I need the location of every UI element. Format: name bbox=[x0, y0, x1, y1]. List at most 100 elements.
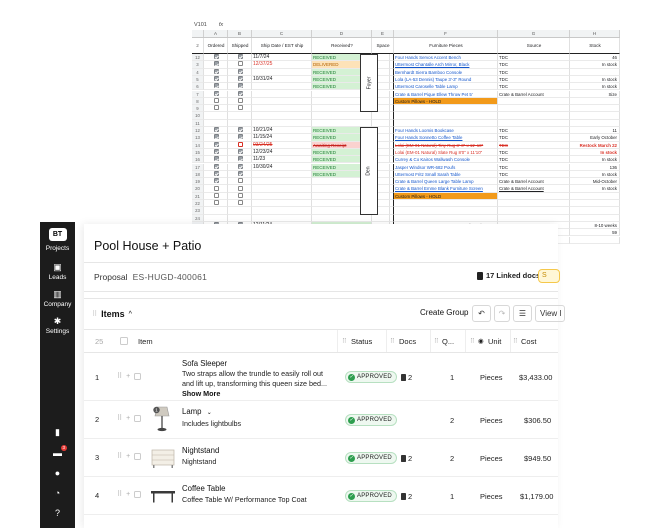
ordered-checkbox[interactable] bbox=[204, 127, 228, 135]
sheet-row[interactable]: 312/37/25DELIVEREDUttermost Chantalle Ar… bbox=[192, 61, 620, 69]
shipped-checkbox[interactable] bbox=[228, 61, 252, 69]
stock-cell[interactable]: In stock bbox=[570, 156, 620, 164]
quantity-value[interactable]: 1 bbox=[450, 492, 454, 501]
row-number[interactable]: 21 bbox=[192, 192, 204, 200]
empty-cell[interactable] bbox=[394, 214, 498, 222]
row-number[interactable]: 11 bbox=[192, 119, 204, 127]
empty-cell[interactable] bbox=[204, 214, 228, 222]
sheet-row[interactable]: 4RECEIVEDBernhardt Sierra Bamboo Console… bbox=[192, 68, 620, 76]
empty-cell[interactable] bbox=[394, 207, 498, 215]
stock-cell[interactable]: Mid-October bbox=[570, 178, 620, 186]
row-number[interactable]: 15 bbox=[192, 148, 204, 157]
ordered-checkbox[interactable] bbox=[204, 90, 228, 98]
sheet-row[interactable]: 22 bbox=[192, 200, 620, 208]
column-a[interactable]: A bbox=[204, 30, 228, 37]
source-cell[interactable]: Crate & Barrel Account bbox=[498, 185, 570, 193]
column-h[interactable]: H bbox=[570, 30, 620, 37]
unit-value[interactable]: Pieces bbox=[480, 454, 503, 463]
stock-cell[interactable]: Early October bbox=[570, 134, 620, 142]
status-badge[interactable]: ✓ APPROVED bbox=[345, 490, 397, 502]
ship-date-cell[interactable]: 12/37/25 bbox=[252, 61, 312, 69]
status-badge[interactable]: ✓ APPROVED bbox=[345, 414, 397, 426]
row-number[interactable]: 13 bbox=[192, 134, 204, 142]
shipped-checkbox[interactable] bbox=[228, 178, 252, 186]
furniture-link[interactable]: Crate & Barrel Emme Blank Furniture Scre… bbox=[394, 185, 498, 193]
shipped-checkbox[interactable] bbox=[228, 68, 252, 76]
source-cell[interactable]: TDC bbox=[498, 127, 570, 135]
docs-count[interactable]: 2 bbox=[401, 373, 412, 382]
sheet-row[interactable]: 1403/24/25Awaiting ReceiptLolai (EM-01 N… bbox=[192, 141, 620, 149]
item-thumbnail[interactable] bbox=[150, 487, 176, 507]
sheet-row[interactable]: 1512/23/24RECEIVEDLolai (EM-01 Natural) … bbox=[192, 148, 620, 157]
source-cell[interactable]: TDC bbox=[498, 141, 570, 149]
source-cell[interactable]: TDC bbox=[498, 148, 570, 157]
stock-cell[interactable] bbox=[570, 105, 620, 113]
empty-cell[interactable] bbox=[252, 119, 312, 127]
column-c[interactable]: C bbox=[252, 30, 312, 37]
unit-value[interactable]: Pieces bbox=[480, 416, 503, 425]
row-checkbox[interactable] bbox=[134, 490, 142, 498]
quantity-value[interactable]: 1 bbox=[450, 373, 454, 382]
show-more-link[interactable]: Show More bbox=[182, 389, 220, 398]
row-number[interactable]: 5 bbox=[192, 75, 204, 84]
furniture-link[interactable] bbox=[394, 200, 498, 208]
ship-date-cell[interactable]: 12/23/24 bbox=[252, 148, 312, 157]
row-number[interactable]: 10 bbox=[192, 112, 204, 120]
row-number[interactable]: 7 bbox=[192, 90, 204, 98]
source-cell[interactable]: TDC bbox=[498, 156, 570, 164]
empty-cell[interactable] bbox=[498, 214, 570, 222]
chevron-up-icon[interactable]: ^ bbox=[129, 311, 132, 318]
empty-cell[interactable] bbox=[570, 119, 620, 127]
ordered-checkbox[interactable] bbox=[204, 163, 228, 171]
table-row[interactable]: 1 ⠿ + Sofa Sleeper Two straps allow the … bbox=[84, 353, 558, 401]
sheet-row[interactable]: 1211/7/24RECEIVEDFour Hands Servos Accen… bbox=[192, 54, 620, 62]
item-thumbnail[interactable]: 1 bbox=[152, 405, 172, 435]
empty-cell[interactable] bbox=[228, 207, 252, 215]
source-cell[interactable]: TDC bbox=[498, 54, 570, 62]
empty-cell[interactable] bbox=[312, 214, 372, 222]
source-cell[interactable]: TDC bbox=[498, 61, 570, 69]
help-icon[interactable]: ? bbox=[51, 508, 65, 518]
empty-cell[interactable] bbox=[498, 112, 570, 120]
ship-date-cell[interactable] bbox=[252, 68, 312, 76]
furniture-link[interactable]: Uttermost Chantalle Arch Mirror, Black bbox=[394, 61, 498, 69]
empty-cell[interactable] bbox=[252, 214, 312, 222]
stock-cell[interactable]: In stock bbox=[570, 61, 620, 69]
furniture-link[interactable]: Custom Pillows - HOLD bbox=[394, 192, 498, 200]
table-row[interactable]: 4 ⠿ + Coffee Table Coffee Table W/ Perfo… bbox=[84, 477, 558, 515]
ship-date-cell[interactable] bbox=[252, 192, 312, 200]
ordered-checkbox[interactable] bbox=[204, 75, 228, 84]
quantity-value[interactable]: 2 bbox=[450, 416, 454, 425]
sheet-row[interactable]: 1611/23RECEIVEDCurrey & Co Kairos Wallwa… bbox=[192, 156, 620, 164]
furniture-link[interactable]: Uttermost Caroselle Table Lamp bbox=[394, 83, 498, 91]
ship-date-cell[interactable] bbox=[252, 178, 312, 186]
sheet-row[interactable]: 8 Custom Pillows - HOLD bbox=[192, 97, 620, 106]
furniture-link[interactable]: Crate & Barrel Queen Large Table Lamp bbox=[394, 178, 498, 186]
ship-date-cell[interactable] bbox=[252, 97, 312, 106]
column-f[interactable]: F bbox=[394, 30, 498, 37]
ordered-checkbox[interactable] bbox=[204, 134, 228, 142]
row-number[interactable]: 22 bbox=[192, 200, 204, 208]
sheet-row[interactable]: 6RECEIVEDUttermost Caroselle Table LampT… bbox=[192, 83, 620, 91]
quantity-value[interactable]: 2 bbox=[450, 454, 454, 463]
table-row[interactable]: 3 ⠿ + Nightstand Nightstand ✓ APPROVED 2 … bbox=[84, 439, 558, 477]
sidebar-item-company[interactable]: ▥ Company bbox=[44, 289, 72, 308]
stock-cell[interactable]: In stock bbox=[570, 83, 620, 91]
ordered-checkbox[interactable] bbox=[204, 105, 228, 113]
ship-date-cell[interactable] bbox=[252, 83, 312, 91]
ordered-checkbox[interactable] bbox=[204, 68, 228, 76]
row-number[interactable]: 19 bbox=[192, 178, 204, 186]
sheet-row[interactable]: 19 Crate & Barrel Queen Large Table LampC… bbox=[192, 178, 620, 186]
chat-icon[interactable]: ▮ bbox=[51, 427, 65, 438]
shipped-checkbox[interactable] bbox=[228, 185, 252, 193]
ordered-checkbox[interactable] bbox=[204, 141, 228, 149]
column-d[interactable]: D bbox=[312, 30, 372, 37]
column-g[interactable]: G bbox=[498, 30, 570, 37]
source-cell[interactable]: Crate & Barrel Account bbox=[498, 90, 570, 98]
source-cell[interactable]: TDC bbox=[498, 163, 570, 171]
column-b[interactable]: B bbox=[228, 30, 252, 37]
row-number[interactable]: 17 bbox=[192, 163, 204, 171]
stock-cell[interactable]: 8-10 weeks bbox=[570, 221, 620, 230]
stock-cell[interactable]: 59 bbox=[570, 229, 620, 237]
redo-button[interactable]: ↷ bbox=[494, 305, 510, 322]
